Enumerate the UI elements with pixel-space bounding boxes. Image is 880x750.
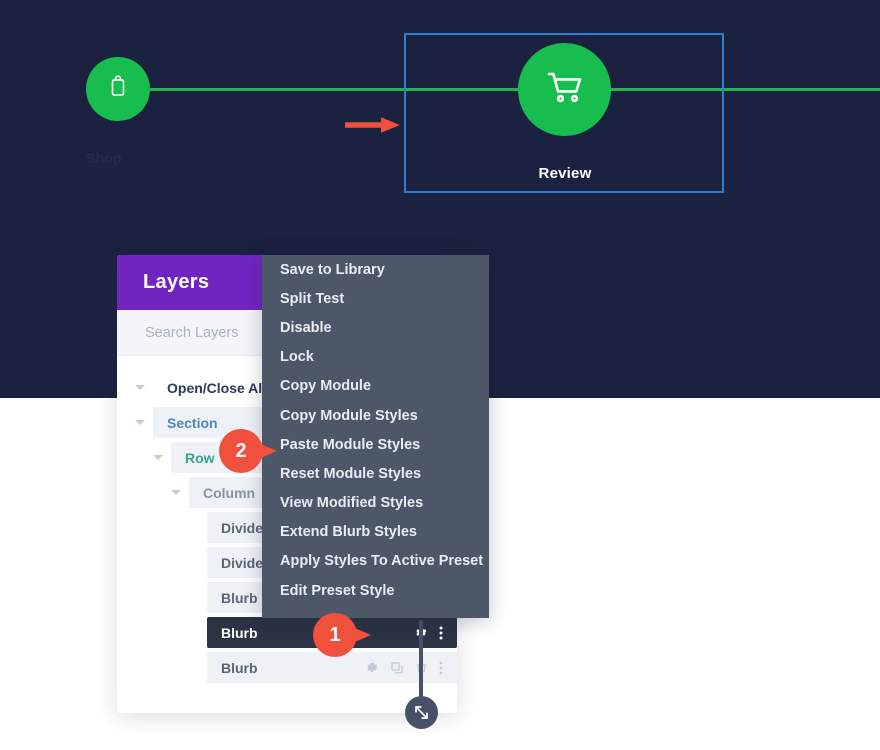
add-module-button[interactable]: + (393, 622, 417, 646)
duplicate-icon[interactable] (390, 661, 404, 675)
caret-placeholder-icon (189, 627, 200, 638)
page-title: Layers (143, 271, 210, 293)
plus-icon: + (399, 623, 411, 645)
caret-placeholder-icon (189, 557, 200, 568)
menu-item-paste-module-styles[interactable]: Paste Module Styles (262, 430, 489, 459)
menu-item-view-modified-styles[interactable]: View Modified Styles (262, 489, 489, 518)
menu-item-extend-blurb-styles[interactable]: Extend Blurb Styles (262, 518, 489, 547)
menu-item-copy-module[interactable]: Copy Module (262, 372, 489, 401)
tree-item-label: Column (203, 484, 256, 501)
shopping-bag-icon (107, 74, 129, 104)
menu-item-split-test[interactable]: Split Test (262, 284, 489, 313)
tree-item-label: Open/Close All (167, 379, 267, 396)
caret-placeholder-icon (189, 592, 200, 603)
tree-row-blurb-3[interactable]: Blurb (117, 650, 457, 685)
shopping-cart-icon (543, 67, 587, 112)
callout-number: 1 (313, 613, 357, 657)
module-context-menu: Save to Library Split Test Disable Lock … (262, 255, 489, 618)
step-shop-circle[interactable] (86, 57, 150, 121)
tree-item-label: Row (185, 449, 215, 466)
tree-item-label: Section (167, 414, 218, 431)
kebab-icon[interactable] (439, 660, 443, 676)
caret-placeholder-icon (189, 662, 200, 673)
menu-item-disable[interactable]: Disable (262, 313, 489, 342)
step-review-label: Review (538, 165, 592, 182)
menu-item-reset-module-styles[interactable]: Reset Module Styles (262, 459, 489, 488)
step-shop-label: Shop (86, 150, 122, 166)
tree-item-label: Blurb (221, 589, 258, 606)
menu-item-save-to-library[interactable]: Save to Library (262, 255, 489, 284)
caret-placeholder-icon (189, 522, 200, 533)
chevron-down-icon[interactable] (171, 487, 182, 498)
tree-item-label: Blurb (221, 624, 258, 641)
menu-item-apply-styles-to-active-preset[interactable]: Apply Styles To Active Preset (262, 547, 489, 576)
chevron-down-icon[interactable] (135, 382, 146, 393)
row-actions (413, 625, 443, 641)
arrow-right-icon (345, 115, 401, 135)
step-review-circle[interactable] (518, 43, 611, 136)
callout-number: 2 (219, 429, 263, 473)
chevron-down-icon[interactable] (135, 417, 146, 428)
menu-item-copy-module-styles[interactable]: Copy Module Styles (262, 401, 489, 430)
resize-diagonal-icon[interactable] (405, 696, 438, 729)
kebab-icon[interactable] (439, 625, 443, 641)
row-actions (364, 660, 443, 676)
tree-item-label: Blurb (221, 659, 258, 676)
menu-item-lock[interactable]: Lock (262, 343, 489, 372)
callout-badge-1: 1 (313, 613, 375, 657)
gear-icon[interactable] (364, 660, 379, 675)
resize-stem (419, 620, 423, 708)
callout-badge-2: 2 (219, 429, 281, 473)
chevron-down-icon[interactable] (153, 452, 164, 463)
menu-item-edit-preset-style[interactable]: Edit Preset Style (262, 576, 489, 605)
